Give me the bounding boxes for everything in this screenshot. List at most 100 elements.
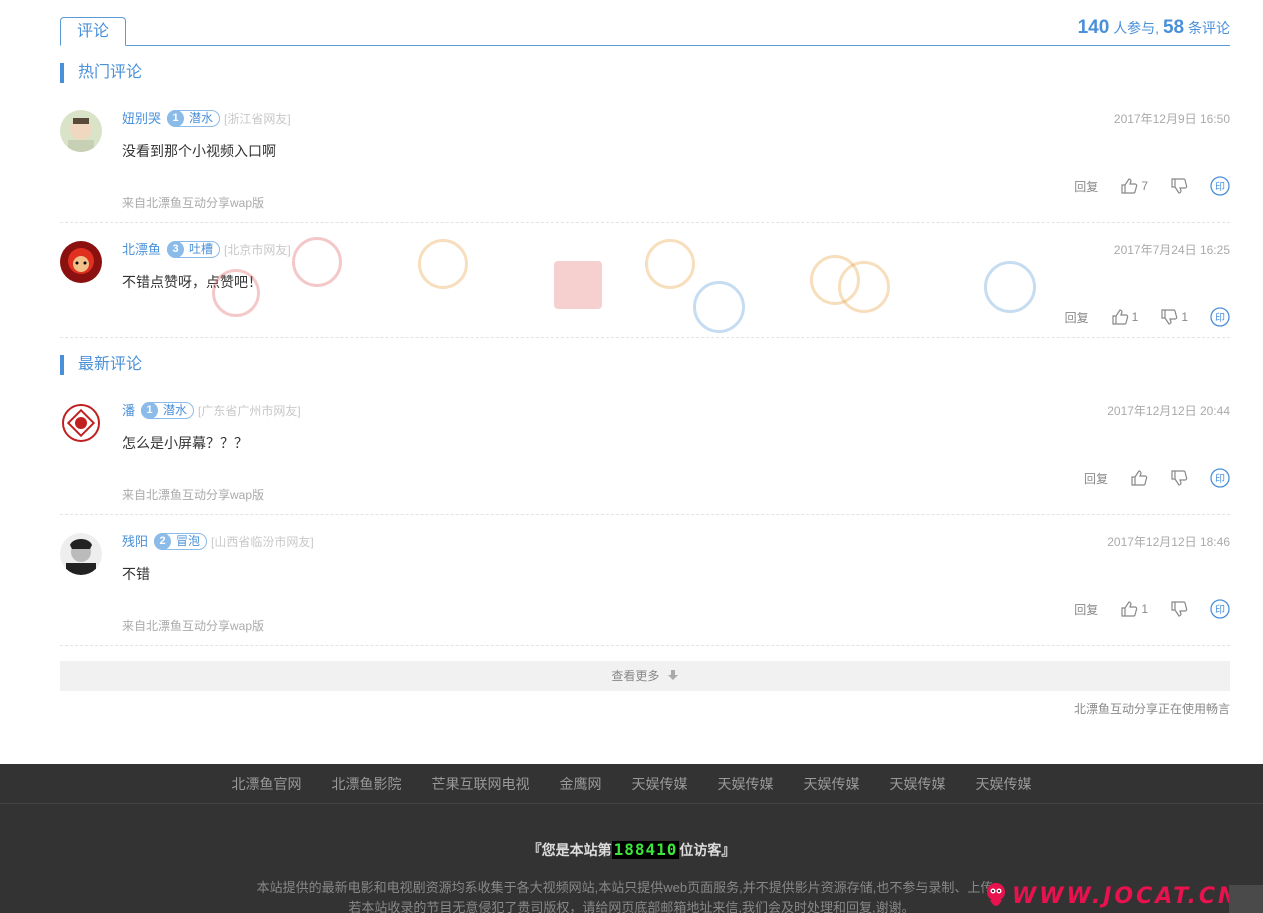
level-badge: 1 潜水 (167, 109, 221, 127)
thumb-down-icon (1171, 601, 1188, 617)
avatar[interactable] (60, 110, 102, 152)
thumb-down-icon (1171, 178, 1188, 194)
comment-time: 2017年7月24日 16:25 (1113, 243, 1230, 257)
location: [广东省广州市网友] (198, 404, 301, 418)
footer-link[interactable]: 金鹰网 (560, 774, 602, 794)
comment-tabbar: 评论 140 人参与, 58 条评论 (60, 17, 1230, 46)
svg-text:印: 印 (1215, 181, 1225, 193)
level-badge: 1 潜水 (141, 401, 195, 419)
comment-suffix: 条评论 (1188, 20, 1230, 36)
like-button[interactable]: 7 (1120, 177, 1148, 195)
like-count: 1 (1131, 310, 1139, 324)
section-latest-title: 最新评论 (60, 355, 1230, 375)
thumb-up-icon (1112, 309, 1128, 325)
footer-link[interactable]: 天娱传媒 (804, 774, 860, 794)
svg-text:印: 印 (1215, 312, 1225, 324)
view-more-button[interactable]: 查看更多 (60, 661, 1230, 691)
comment-meta: 潘 1 潜水 [广东省广州市网友] (122, 401, 301, 420)
stamp-icon: 印 (1210, 599, 1230, 619)
reply-button[interactable]: 回复 (1084, 470, 1108, 487)
like-button[interactable]: 1 (1111, 308, 1139, 326)
level-number: 2 (154, 532, 172, 550)
comment-source: 来自北漂鱼互动分享wap版 (122, 196, 265, 210)
footer-nav: 北漂鱼官网 北漂鱼影院 芒果互联网电视 金鹰网 天娱传媒 天娱传媒 天娱传媒 天… (0, 764, 1263, 804)
tab-comments[interactable]: 评论 (60, 17, 126, 46)
dislike-button[interactable] (1170, 469, 1188, 487)
comment-text: 没看到那个小视频入口啊 (122, 143, 276, 159)
visitor-suffix: 位访客』 (679, 842, 736, 858)
comment-meta: 残阳 2 冒泡 [山西省临汾市网友] (122, 532, 314, 551)
thumb-up-icon (1131, 470, 1148, 486)
like-button[interactable]: 1 (1120, 600, 1148, 618)
stamp-icon: 印 (1210, 468, 1230, 488)
visitor-prefix: 『您是本站第 (527, 842, 612, 858)
reply-button[interactable]: 回复 (1074, 601, 1098, 618)
arrow-down-icon (667, 670, 678, 680)
dislike-button[interactable] (1170, 600, 1188, 618)
reply-button[interactable]: 回复 (1065, 309, 1089, 326)
decorative-stamp (554, 261, 602, 309)
cat-mascot-icon (987, 882, 1005, 906)
username[interactable]: 北漂鱼 (122, 242, 161, 257)
decorative-stamp (984, 261, 1036, 313)
comment-count: 58 (1162, 17, 1185, 38)
location: [山西省临汾市网友] (211, 535, 314, 549)
share-button[interactable]: 印 (1210, 307, 1230, 327)
avatar[interactable] (60, 402, 102, 444)
scroll-top-button[interactable] (1229, 885, 1263, 913)
footer-link[interactable]: 天娱传媒 (890, 774, 946, 794)
dislike-button[interactable]: 1 (1160, 308, 1188, 326)
comment-module: 评论 140 人参与, 58 条评论 热门评论 妞别哭 1 潜水 [浙江省网友] 20… (0, 0, 1263, 913)
footer-link[interactable]: 天娱传媒 (718, 774, 774, 794)
footer-link[interactable]: 北漂鱼影院 (332, 774, 402, 794)
share-button[interactable]: 印 (1210, 176, 1230, 196)
thumb-up-icon (1121, 178, 1138, 194)
location: [北京市网友] (224, 243, 291, 257)
comment-source: 来自北漂鱼互动分享wap版 (122, 619, 265, 633)
comment-item: 残阳 2 冒泡 [山西省临汾市网友] 2017年12月12日 18:46 不错 回复 … (60, 532, 1230, 646)
stamp-icon: 印 (1210, 176, 1230, 196)
comment-time: 2017年12月9日 16:50 (1113, 112, 1230, 126)
level-name: 冒泡 (176, 534, 201, 548)
like-button[interactable] (1130, 469, 1148, 487)
visitor-counter: 『您是本站第 188410 位访客』 (0, 841, 1263, 859)
level-name: 潜水 (163, 403, 188, 417)
level-name: 吐槽 (189, 242, 214, 256)
comment-actions: 回复 7 印 (1052, 175, 1230, 197)
stamp-icon: 印 (1210, 307, 1230, 327)
username[interactable]: 妞别哭 (122, 111, 161, 126)
decorative-stamp (292, 237, 342, 287)
footer-link[interactable]: 北漂鱼官网 (232, 774, 302, 794)
location: [浙江省网友] (224, 112, 291, 126)
thumb-up-icon (1121, 601, 1138, 617)
share-button[interactable]: 印 (1210, 599, 1230, 619)
comment-item: 潘 1 潜水 [广东省广州市网友] 2017年12月12日 20:44 怎么是小屏幕？… (60, 401, 1230, 515)
level-number: 1 (167, 109, 185, 127)
username[interactable]: 潘 (122, 403, 135, 418)
footer-link[interactable]: 天娱传媒 (632, 774, 688, 794)
watermark-text: WWW.JOCAT.CN (1012, 884, 1240, 909)
avatar[interactable] (60, 241, 102, 283)
decorative-stamp (212, 269, 260, 317)
svg-text:印: 印 (1215, 473, 1225, 485)
visitor-count: 188410 (611, 840, 680, 859)
participant-suffix: 人参与, (1113, 20, 1160, 36)
footer-link[interactable]: 芒果互联网电视 (432, 774, 530, 794)
powered-by-link[interactable]: 北漂鱼互动分享正在使用畅言 (1074, 701, 1230, 717)
decorative-stamp (418, 239, 468, 289)
watermark-logo: WWW.JOCAT.CN (984, 880, 1239, 913)
username[interactable]: 残阳 (122, 534, 148, 549)
comment-stats: 140 人参与, 58 条评论 (1078, 17, 1230, 39)
level-number: 3 (167, 240, 185, 258)
share-button[interactable]: 印 (1210, 468, 1230, 488)
thumb-down-icon (1161, 309, 1178, 325)
comment-time: 2017年12月12日 18:46 (1107, 535, 1230, 549)
like-count: 1 (1141, 602, 1148, 616)
avatar[interactable] (60, 533, 102, 575)
dislike-button[interactable] (1170, 177, 1188, 195)
comment-source: 来自北漂鱼互动分享wap版 (122, 488, 265, 502)
footer-link[interactable]: 天娱传媒 (976, 774, 1032, 794)
like-count: 7 (1141, 179, 1148, 193)
level-badge: 2 冒泡 (154, 532, 208, 550)
reply-button[interactable]: 回复 (1074, 178, 1098, 195)
